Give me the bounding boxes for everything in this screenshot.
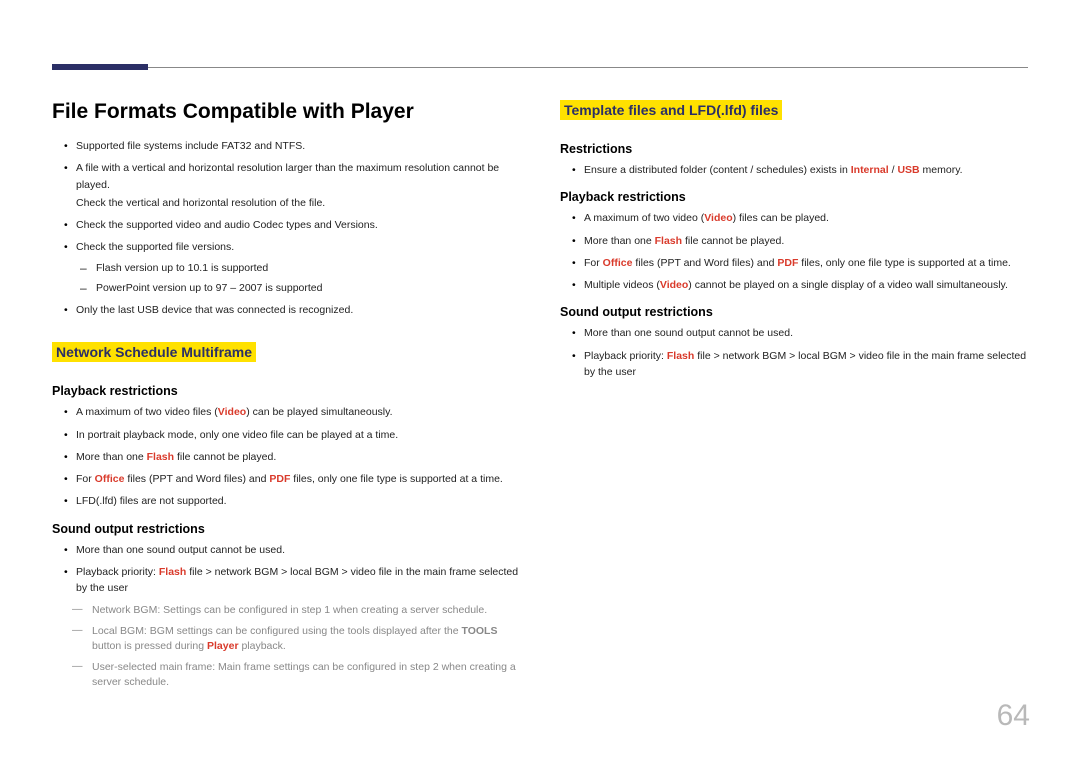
list-item: PowerPoint version up to 97 – 2007 is su… <box>96 280 520 296</box>
list-item: Multiple videos (Video) cannot be played… <box>584 277 1028 293</box>
subhead-playback-restrictions: Playback restrictions <box>52 384 520 398</box>
list-item: A maximum of two video files (Video) can… <box>76 404 520 420</box>
list-item: Check the supported video and audio Code… <box>76 217 520 233</box>
subhead-sound-output-2: Sound output restrictions <box>560 305 1028 319</box>
list-item: More than one sound output cannot be use… <box>76 542 520 558</box>
list-item: Playback priority: Flash file > network … <box>76 564 520 691</box>
section-template-files: Template files and LFD(.lfd) files <box>560 100 782 120</box>
list-item: More than one Flash file cannot be playe… <box>76 449 520 465</box>
list-item: Flash version up to 10.1 is supported <box>96 260 520 276</box>
list-item: More than one Flash file cannot be playe… <box>584 233 1028 249</box>
sound-output-list: More than one sound output cannot be use… <box>52 542 520 691</box>
list-item: Ensure a distributed folder (content / s… <box>584 162 1028 178</box>
longdash-list: Network BGM: Settings can be configured … <box>76 603 520 691</box>
list-item: For Office files (PPT and Word files) an… <box>584 255 1028 271</box>
playback-restrictions-list-2: A maximum of two video (Video) files can… <box>560 210 1028 293</box>
list-item: Only the last USB device that was connec… <box>76 302 520 318</box>
list-item: For Office files (PPT and Word files) an… <box>76 471 520 487</box>
list-item: Local BGM: BGM settings can be configure… <box>92 624 520 654</box>
content-columns: File Formats Compatible with Player Supp… <box>52 100 1028 697</box>
subhead-sound-output: Sound output restrictions <box>52 522 520 536</box>
restrictions-list: Ensure a distributed folder (content / s… <box>560 162 1028 178</box>
right-column: Template files and LFD(.lfd) files Restr… <box>560 100 1028 697</box>
dash-list: Flash version up to 10.1 is supported Pow… <box>76 260 520 297</box>
list-item: In portrait playback mode, only one vide… <box>76 427 520 443</box>
header-rule <box>148 67 1028 68</box>
list-item: User-selected main frame: Main frame set… <box>92 660 520 690</box>
page-title: File Formats Compatible with Player <box>52 100 520 124</box>
top-bullet-list: Supported file systems include FAT32 and… <box>52 138 520 318</box>
playback-restrictions-list: A maximum of two video files (Video) can… <box>52 404 520 509</box>
list-item: Network BGM: Settings can be configured … <box>92 603 520 618</box>
header-accent-bar <box>52 64 148 70</box>
list-item: A file with a vertical and horizontal re… <box>76 160 520 211</box>
sound-output-list-2: More than one sound output cannot be use… <box>560 325 1028 380</box>
left-column: File Formats Compatible with Player Supp… <box>52 100 520 697</box>
list-item: More than one sound output cannot be use… <box>584 325 1028 341</box>
list-item: Check the supported file versions.Flash … <box>76 239 520 296</box>
list-item: A maximum of two video (Video) files can… <box>584 210 1028 226</box>
list-item: LFD(.lfd) files are not supported. <box>76 493 520 509</box>
list-item: Supported file systems include FAT32 and… <box>76 138 520 154</box>
subhead-restrictions: Restrictions <box>560 142 1028 156</box>
subhead-playback-restrictions-2: Playback restrictions <box>560 190 1028 204</box>
section-network-schedule: Network Schedule Multiframe <box>52 342 256 362</box>
list-item-note: Check the vertical and horizontal resolu… <box>76 195 520 211</box>
list-item: Playback priority: Flash file > network … <box>584 348 1028 381</box>
page-number: 64 <box>997 699 1030 733</box>
